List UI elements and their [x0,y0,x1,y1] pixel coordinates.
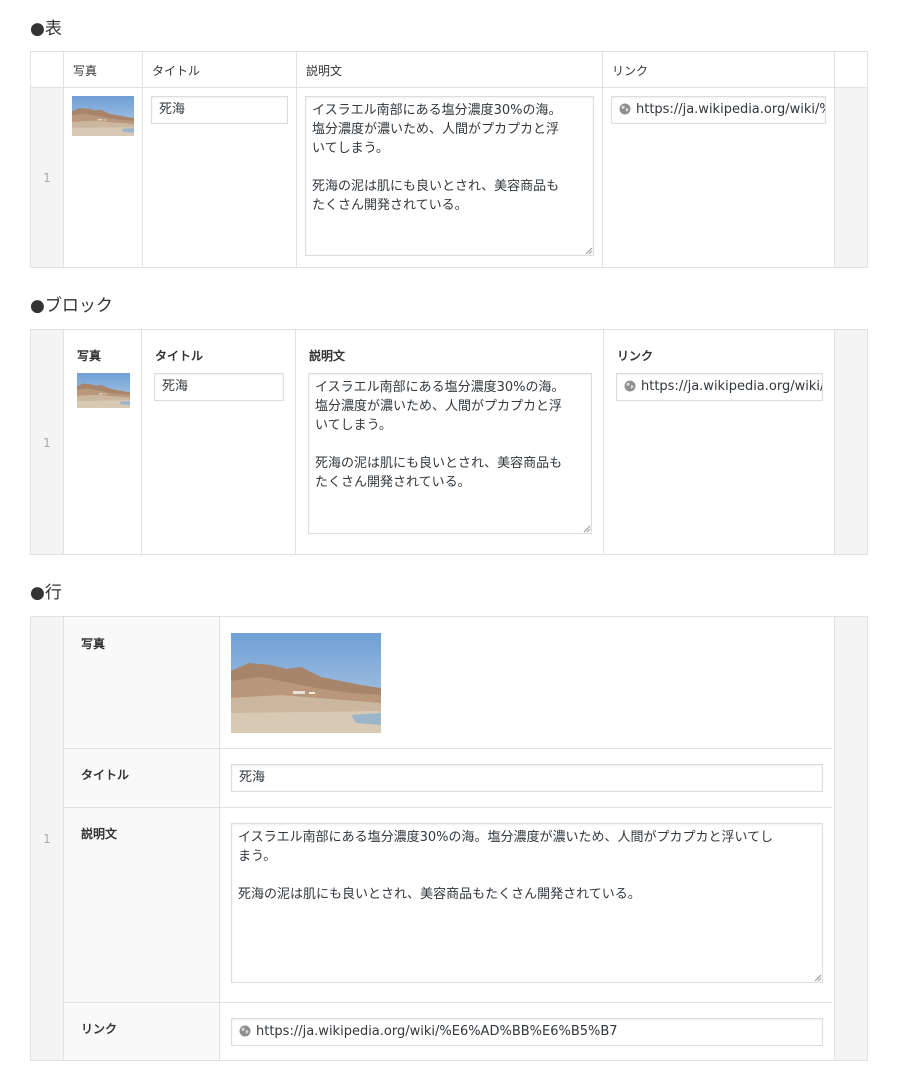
row-number: 1 [43,171,51,185]
row-number: 1 [43,832,51,846]
table-layout-container: 写真 タイトル 説明文 リンク 1 死海 イスラエル南部にある塩分濃度30%の海… [30,51,868,268]
field-label-link: リンク [617,349,654,363]
photo-image[interactable] [231,633,381,733]
globe-icon [619,103,631,115]
field-label-description: 説明文 [81,827,118,841]
link-input[interactable]: https://ja.wikipedia.org/wiki/%E6%AD%BB%… [231,1018,823,1046]
row-handle-right[interactable] [835,617,867,1060]
description-textarea[interactable]: イスラエル南部にある塩分濃度30%の海。 塩分濃度が濃いため、人間がプカプカと浮… [305,96,594,256]
field-label-photo: 写真 [81,637,106,651]
photo-thumbnail[interactable] [77,373,130,408]
row-handle-right[interactable] [835,330,867,554]
link-url-text: https://ja.wikipedia.org/wiki/%E6%AD%BB%… [256,1024,618,1039]
description-textarea[interactable]: イスラエル南部にある塩分濃度30%の海。 塩分濃度が濃いため、人間がプカプカと浮… [308,373,592,534]
resize-grip-icon[interactable] [585,247,593,255]
column-header-description: 説明文 [306,64,343,78]
block-layout-container: 写真 タイトル 説明文 リンク 1 死海 イスラエル南部にある塩分濃度30%の海… [30,329,868,555]
field-label-title: タイトル [81,768,130,782]
resize-grip-icon[interactable] [583,525,591,533]
link-url-text: https://ja.wikipedia.org/wiki/%E6%AD%BB%… [641,379,823,394]
section-heading-row: ●行 [30,583,62,603]
section-heading-block: ●ブロック [30,296,113,316]
column-header-photo: 写真 [73,64,98,78]
row-number: 1 [43,436,51,450]
photo-thumbnail[interactable] [72,96,134,136]
globe-icon [624,380,636,392]
column-header-link: リンク [612,64,649,78]
resize-grip-icon[interactable] [814,974,822,982]
link-input[interactable]: https://ja.wikipedia.org/wiki/%E6%AD%BB%… [611,96,826,124]
row-layout-container: 1 写真 タイトル 死海 説明文 イスラエル南部にある塩分濃度30%の海。塩分濃… [30,616,868,1061]
field-label-description: 説明文 [309,349,346,363]
link-input[interactable]: https://ja.wikipedia.org/wiki/%E6%AD%BB%… [616,373,823,401]
row-handle-right[interactable] [835,87,867,267]
field-label-photo: 写真 [77,349,102,363]
field-label-link: リンク [81,1022,118,1036]
globe-icon [239,1025,251,1037]
link-url-text: https://ja.wikipedia.org/wiki/%E6%AD%BB%… [636,102,825,117]
section-heading-table: ●表 [30,19,62,39]
title-input[interactable]: 死海 [231,764,823,792]
column-header-title: タイトル [152,64,201,78]
field-label-title: タイトル [155,349,204,363]
description-textarea[interactable]: イスラエル南部にある塩分濃度30%の海。塩分濃度が濃いため、人間がプカプカと浮い… [231,823,823,983]
title-input[interactable]: 死海 [154,373,284,401]
title-input[interactable]: 死海 [151,96,288,124]
